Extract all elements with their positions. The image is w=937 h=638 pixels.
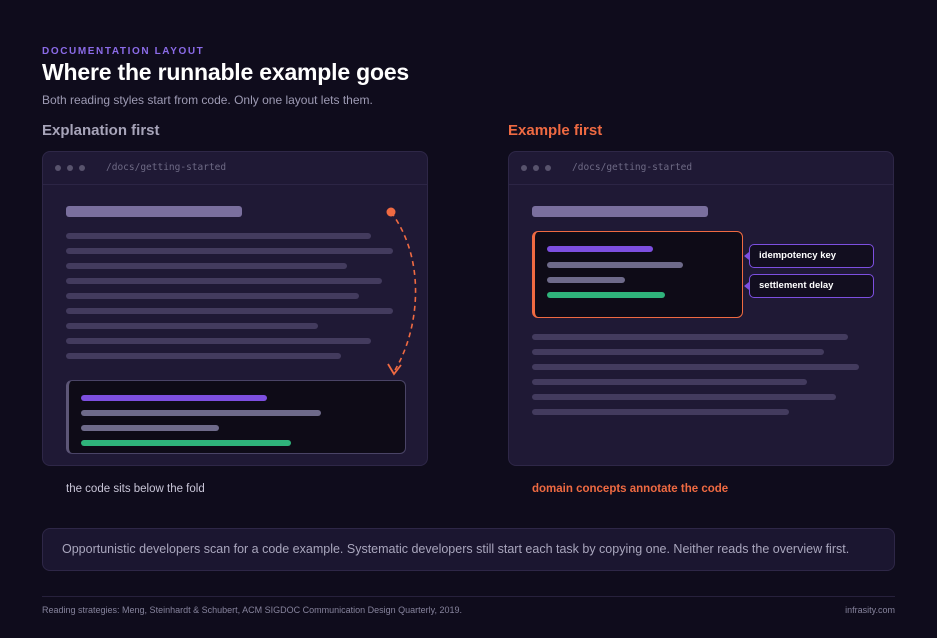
window-dot-icon [545, 165, 551, 171]
text-line-placeholder [66, 308, 393, 314]
annotation-settlement-delay: settlement delay [749, 274, 874, 298]
text-line-placeholder [532, 364, 859, 370]
text-line-placeholder [66, 293, 359, 299]
citation-text: Reading strategies: Meng, Steinhardt & S… [42, 605, 463, 615]
right-panel-heading: Example first [508, 122, 603, 139]
window-dot-icon [55, 165, 61, 171]
summary-callout: Opportunistic developers scan for a code… [42, 528, 895, 571]
code-line-placeholder [81, 395, 267, 401]
code-line-placeholder [81, 440, 291, 446]
text-line-placeholder [532, 394, 836, 400]
text-line-placeholder [66, 263, 347, 269]
url-path: /docs/getting-started [106, 162, 227, 173]
text-line-placeholder [66, 338, 371, 344]
code-block [66, 380, 406, 454]
text-line-placeholder [66, 233, 371, 239]
text-line-placeholder [66, 323, 318, 329]
code-block [532, 231, 743, 318]
text-line-placeholder [532, 409, 789, 415]
code-line-placeholder [547, 277, 625, 283]
brand-link[interactable]: infrasity.com [845, 605, 895, 615]
text-line-placeholder [66, 278, 382, 284]
window-titlebar: /docs/getting-started [43, 152, 427, 185]
left-panel-heading: Explanation first [42, 122, 160, 139]
page-title: Where the runnable example goes [42, 59, 410, 85]
heading-placeholder [532, 206, 708, 217]
window-dot-icon [67, 165, 73, 171]
annotation-idempotency-key: idempotency key [749, 244, 874, 268]
page-subtitle: Both reading styles start from code. Onl… [42, 93, 373, 107]
footer-divider [42, 596, 895, 597]
code-line-placeholder [81, 410, 321, 416]
url-path: /docs/getting-started [572, 162, 693, 173]
text-line-placeholder [66, 248, 393, 254]
window-dot-icon [79, 165, 85, 171]
example-first-window: /docs/getting-started idempotency key se… [508, 151, 894, 466]
heading-placeholder [66, 206, 242, 217]
code-line-placeholder [81, 425, 219, 431]
code-line-placeholder [547, 262, 683, 268]
code-line-placeholder [547, 246, 653, 252]
window-dot-icon [533, 165, 539, 171]
text-line-placeholder [532, 379, 807, 385]
text-line-placeholder [532, 334, 848, 340]
scroll-down-arrow-icon [386, 207, 417, 376]
code-line-placeholder [547, 292, 665, 298]
left-panel-caption: the code sits below the fold [66, 483, 205, 495]
window-dot-icon [521, 165, 527, 171]
text-line-placeholder [66, 353, 341, 359]
window-titlebar: /docs/getting-started [509, 152, 893, 185]
eyebrow-label: DOCUMENTATION LAYOUT [42, 46, 205, 57]
right-panel-caption: domain concepts annotate the code [532, 483, 729, 495]
explanation-first-window: /docs/getting-started [42, 151, 428, 466]
text-line-placeholder [532, 349, 824, 355]
